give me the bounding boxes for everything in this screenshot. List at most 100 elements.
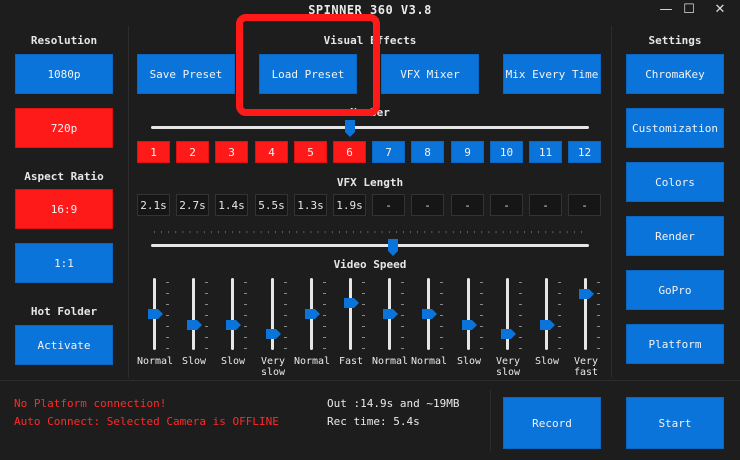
speed-slider-thumb[interactable] xyxy=(266,329,281,339)
maximize-icon[interactable]: ☐ xyxy=(677,2,701,18)
speed-label: Normal xyxy=(371,356,409,367)
speed-label: Fast xyxy=(338,356,364,367)
vfx-length-cell: - xyxy=(490,194,523,216)
speed-slider-tick xyxy=(362,348,365,349)
speed-slider-tick xyxy=(323,304,326,305)
speed-slider-tick xyxy=(401,282,404,283)
speed-slider-thumb[interactable] xyxy=(187,320,202,330)
number-button[interactable]: 6 xyxy=(333,141,366,163)
speed-slider-tick xyxy=(558,326,561,327)
start-button[interactable]: Start xyxy=(626,397,724,449)
timeline-slider-track[interactable] xyxy=(151,244,589,247)
resolution-720p-button[interactable]: 720p xyxy=(15,108,113,148)
bottom-divider xyxy=(0,380,740,381)
chromakey-button[interactable]: ChromaKey xyxy=(626,54,724,94)
speed-slider-tick xyxy=(597,293,600,294)
render-button[interactable]: Render xyxy=(626,216,724,256)
speed-slider-tick xyxy=(323,293,326,294)
speed-slider-tick xyxy=(480,348,483,349)
hot-folder-label: Hot Folder xyxy=(30,305,98,318)
speed-slider-thumb[interactable] xyxy=(305,309,320,319)
speed-slider-tick xyxy=(205,315,208,316)
speed-slider-track[interactable] xyxy=(192,278,195,350)
number-button[interactable]: 11 xyxy=(529,141,562,163)
customization-button[interactable]: Customization xyxy=(626,108,724,148)
vfx-length-cell: 1.3s xyxy=(294,194,327,216)
timeline-slider-thumb[interactable] xyxy=(388,239,398,256)
vfx-length-cell: - xyxy=(372,194,405,216)
aspect-1-1-button[interactable]: 1:1 xyxy=(15,243,113,283)
speed-slider-tick xyxy=(205,304,208,305)
speed-slider-thumb[interactable] xyxy=(540,320,555,330)
hot-folder-activate-button[interactable]: Activate xyxy=(15,325,113,365)
speed-slider-tick xyxy=(440,293,443,294)
speed-slider-tick xyxy=(597,326,600,327)
record-button[interactable]: Record xyxy=(503,397,601,449)
speed-slider-tick xyxy=(558,337,561,338)
speed-slider-track[interactable] xyxy=(231,278,234,350)
speed-slider-track[interactable] xyxy=(271,278,274,350)
speed-slider-thumb[interactable] xyxy=(501,329,516,339)
number-slider-thumb[interactable] xyxy=(345,120,355,137)
gopro-button[interactable]: GoPro xyxy=(626,270,724,310)
platform-button[interactable]: Platform xyxy=(626,324,724,364)
vfx-mixer-button[interactable]: VFX Mixer xyxy=(381,54,479,94)
aspect-16-9-button[interactable]: 16:9 xyxy=(15,189,113,229)
speed-slider-tick xyxy=(284,348,287,349)
mix-every-time-button[interactable]: Mix Every Time xyxy=(503,54,601,94)
number-button[interactable]: 9 xyxy=(451,141,484,163)
speed-slider-tick xyxy=(519,326,522,327)
speed-slider-track[interactable] xyxy=(349,278,352,350)
speed-slider-tick xyxy=(244,282,247,283)
speed-slider-thumb[interactable] xyxy=(422,309,437,319)
colors-button[interactable]: Colors xyxy=(626,162,724,202)
speed-label: Slow xyxy=(456,356,482,367)
number-button[interactable]: 8 xyxy=(411,141,444,163)
speed-slider-tick xyxy=(480,293,483,294)
speed-slider-tick xyxy=(362,326,365,327)
speed-slider-track[interactable] xyxy=(545,278,548,350)
speed-slider-tick xyxy=(558,293,561,294)
vfx-length-cell: 1.4s xyxy=(215,194,248,216)
speed-slider-tick xyxy=(519,348,522,349)
vfx-length-cell: - xyxy=(411,194,444,216)
close-icon[interactable]: ✕ xyxy=(708,2,732,18)
speed-slider-thumb[interactable] xyxy=(462,320,477,330)
speed-slider-tick xyxy=(440,282,443,283)
speed-slider-tick xyxy=(440,304,443,305)
number-button[interactable]: 10 xyxy=(490,141,523,163)
speed-slider-tick xyxy=(558,304,561,305)
number-button[interactable]: 7 xyxy=(372,141,405,163)
status-divider xyxy=(490,390,491,452)
minimize-icon[interactable]: — xyxy=(654,2,678,18)
number-button[interactable]: 5 xyxy=(294,141,327,163)
save-preset-button[interactable]: Save Preset xyxy=(137,54,235,94)
number-button[interactable]: 4 xyxy=(255,141,288,163)
speed-slider-track[interactable] xyxy=(506,278,509,350)
load-preset-highlight xyxy=(236,14,380,116)
speed-slider-thumb[interactable] xyxy=(148,309,163,319)
speed-slider-thumb[interactable] xyxy=(383,309,398,319)
number-button[interactable]: 3 xyxy=(215,141,248,163)
number-button[interactable]: 1 xyxy=(137,141,170,163)
speed-slider-tick xyxy=(440,326,443,327)
speed-slider-tick xyxy=(480,315,483,316)
speed-slider-thumb[interactable] xyxy=(344,298,359,308)
speed-slider-thumb[interactable] xyxy=(226,320,241,330)
number-button[interactable]: 2 xyxy=(176,141,209,163)
speed-slider-tick xyxy=(166,304,169,305)
speed-slider-tick xyxy=(244,315,247,316)
number-button[interactable]: 12 xyxy=(568,141,601,163)
resolution-1080p-button[interactable]: 1080p xyxy=(15,54,113,94)
speed-slider-tick xyxy=(401,315,404,316)
speed-slider-tick xyxy=(244,337,247,338)
speed-slider-thumb[interactable] xyxy=(579,289,594,299)
output-info-text: Out :14.9s and ~19MB xyxy=(327,397,460,410)
number-slider-track[interactable] xyxy=(151,126,589,129)
rec-time-text: Rec time: 5.4s xyxy=(327,415,420,428)
speed-slider-tick xyxy=(205,282,208,283)
speed-slider-tick xyxy=(284,337,287,338)
speed-slider-track[interactable] xyxy=(467,278,470,350)
speed-slider-tick xyxy=(480,282,483,283)
vfx-length-label: VFX Length xyxy=(336,176,404,189)
